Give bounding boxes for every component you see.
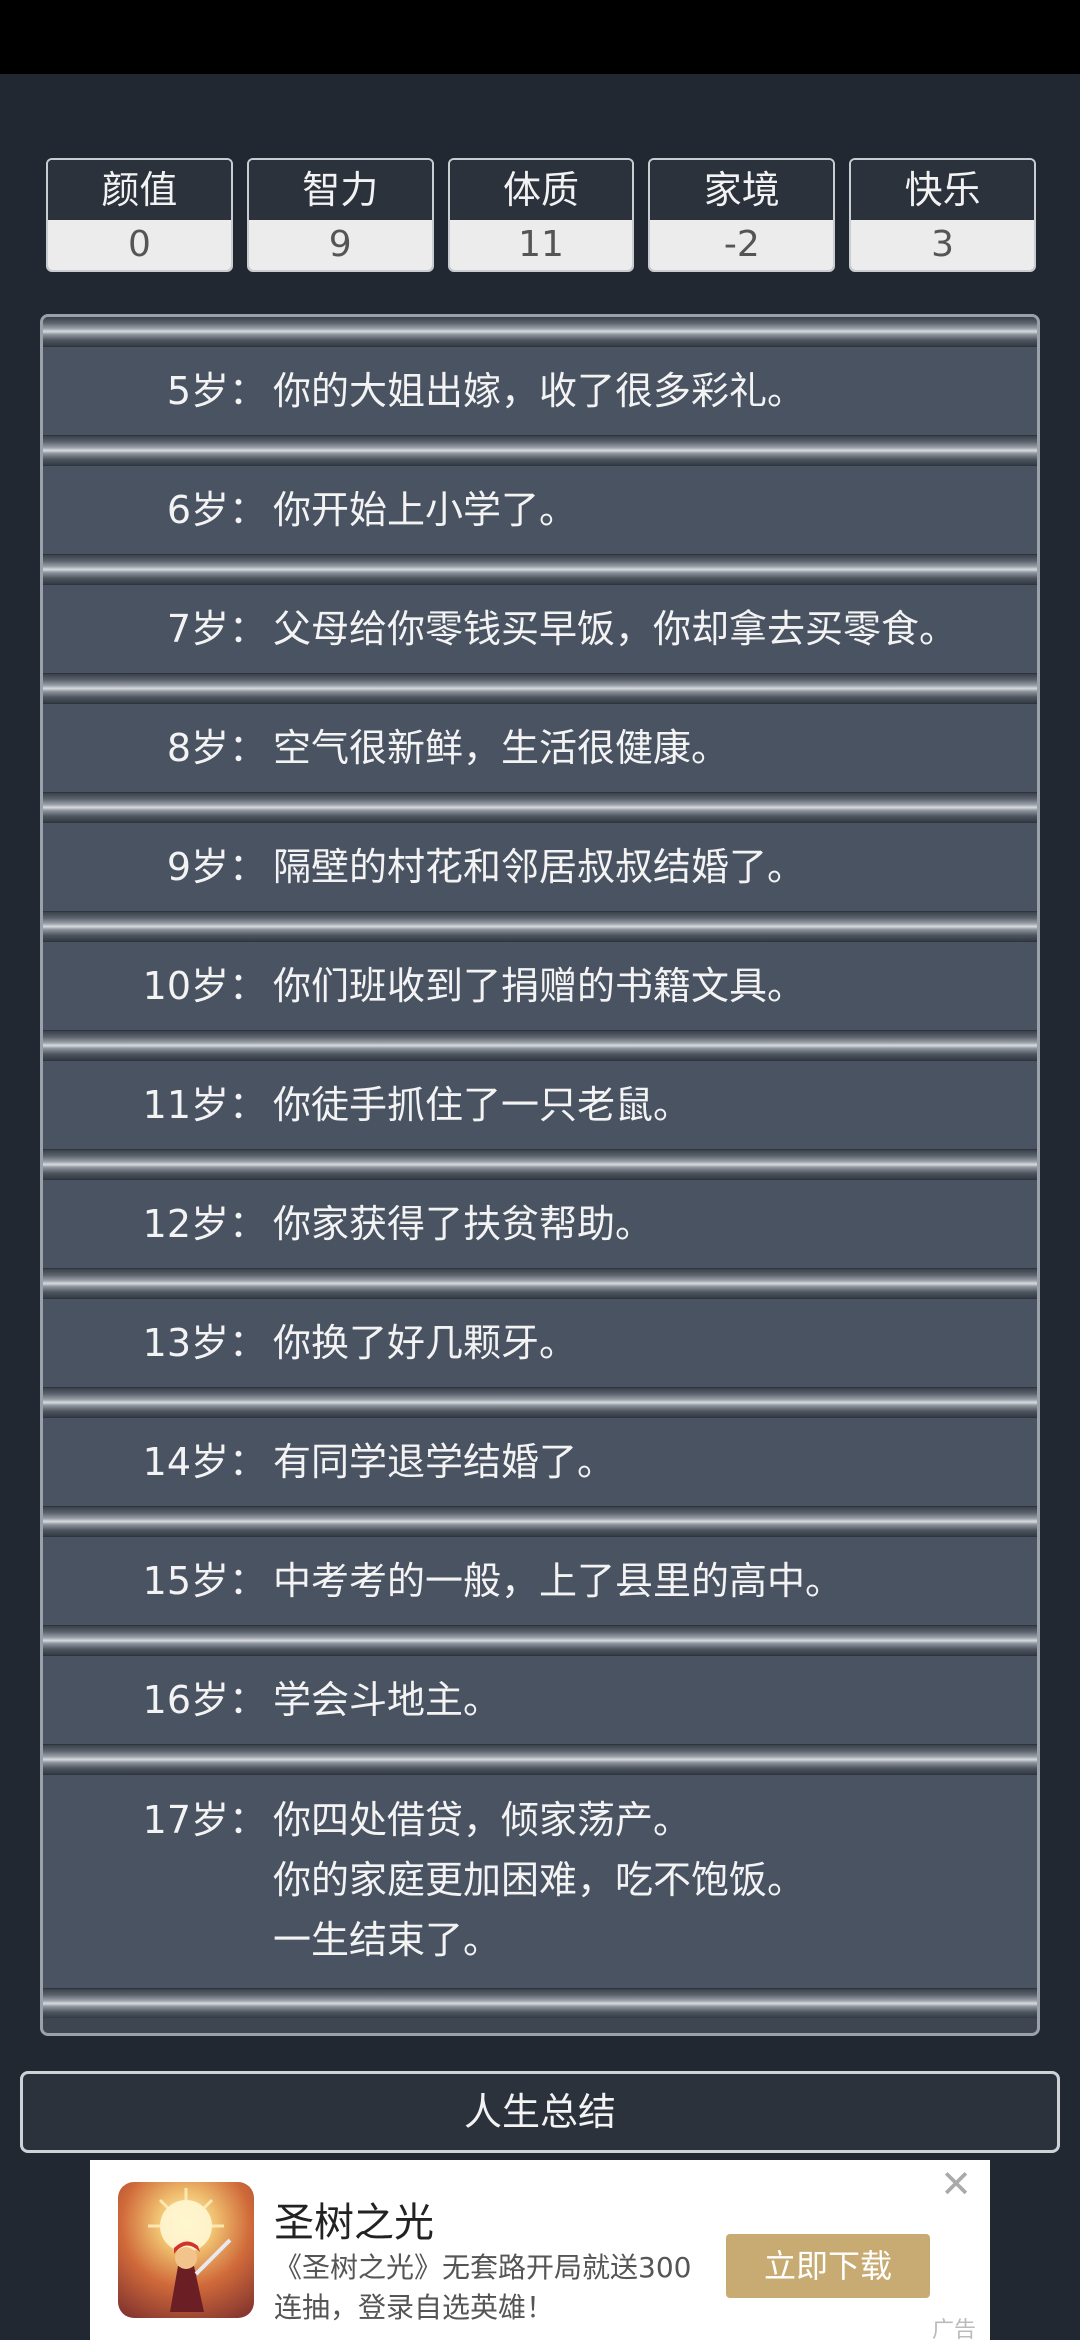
stat-value: -2 [650, 220, 834, 270]
entry-age: 6岁： [166, 488, 267, 532]
log-separator [43, 1989, 1037, 2018]
status-bar [0, 0, 1080, 74]
log-separator [43, 1745, 1037, 1774]
entry-text: 你开始上小学了。 [273, 480, 1017, 540]
log-entry: 5岁： 你的大姐出嫁，收了很多彩礼。 [43, 346, 1037, 436]
life-summary-button[interactable]: 人生总结 [20, 2071, 1060, 2153]
entry-text: 你徒手抓住了一只老鼠。 [273, 1075, 1017, 1135]
close-icon[interactable]: ✕ [936, 2164, 976, 2204]
log-separator [43, 555, 1037, 584]
entry-text: 隔壁的村花和邻居叔叔结婚了。 [273, 837, 1017, 897]
stat-label: 快乐 [851, 160, 1034, 220]
stat-constitution: 体质 11 [447, 158, 635, 272]
log-separator [43, 674, 1037, 703]
entry-age: 5岁： [166, 369, 267, 413]
entry-line: 空气很新鲜，生活很健康。 [273, 726, 730, 770]
stat-happiness: 快乐 3 [849, 158, 1036, 272]
entry-line: 你家获得了扶贫帮助。 [273, 1202, 654, 1246]
log-separator [43, 1388, 1037, 1417]
entry-line: 中考考的一般，上了县里的高中。 [273, 1559, 844, 1603]
stat-value: 0 [48, 220, 231, 270]
log-entry: 14岁： 有同学退学结婚了。 [43, 1417, 1037, 1507]
entry-age: 8岁： [166, 726, 267, 770]
entry-text: 空气很新鲜，生活很健康。 [273, 718, 1017, 778]
stat-intelligence: 智力 9 [246, 158, 434, 272]
log-entry: 8岁： 空气很新鲜，生活很健康。 [43, 703, 1037, 793]
entry-age: 15岁： [142, 1559, 267, 1603]
entry-age: 11岁： [142, 1083, 267, 1127]
entry-line: 父母给你零钱买早饭，你却拿去买零食。 [273, 607, 958, 651]
log-separator [43, 1150, 1037, 1179]
entry-line: 一生结束了。 [273, 1918, 502, 1962]
download-button[interactable]: 立即下载 [726, 2234, 930, 2298]
stat-value: 9 [248, 220, 432, 270]
log-separator [43, 1031, 1037, 1060]
entry-line: 你换了好几颗牙。 [273, 1321, 578, 1365]
log-entry: 13岁： 你换了好几颗牙。 [43, 1298, 1037, 1388]
log-separator [43, 317, 1037, 346]
entry-line: 你的大姐出嫁，收了很多彩礼。 [273, 369, 806, 413]
entry-age: 13岁： [142, 1321, 267, 1365]
stat-appearance: 颜值 0 [46, 158, 233, 272]
entry-line: 你们班收到了捐赠的书籍文具。 [273, 964, 806, 1008]
log-entry: 6岁： 你开始上小学了。 [43, 465, 1037, 555]
entry-line: 你开始上小学了。 [273, 488, 578, 532]
entry-text: 你四处借贷，倾家荡产。你的家庭更加困难，吃不饱饭。 一生结束了。 [273, 1790, 1017, 1970]
stat-label: 智力 [248, 160, 432, 220]
entry-text: 中考考的一般，上了县里的高中。 [273, 1551, 1017, 1611]
log-entry: 11岁： 你徒手抓住了一只老鼠。 [43, 1060, 1037, 1150]
entry-line: 有同学退学结婚了。 [273, 1440, 616, 1484]
log-separator [43, 1626, 1037, 1655]
entry-text: 你换了好几颗牙。 [273, 1313, 1017, 1373]
log-separator [43, 793, 1037, 822]
stat-family: 家境 -2 [648, 158, 836, 272]
log-entry: 16岁： 学会斗地主。 [43, 1655, 1037, 1745]
entry-age: 10岁： [142, 964, 267, 1008]
log-separator [43, 912, 1037, 941]
stat-label: 体质 [449, 160, 633, 220]
entry-line: 你四处借贷，倾家荡产。 [273, 1798, 692, 1842]
entry-age: 12岁： [142, 1202, 267, 1246]
entry-text: 你的大姐出嫁，收了很多彩礼。 [273, 361, 1017, 421]
ad-game-icon[interactable] [118, 2182, 254, 2318]
stat-label: 颜值 [48, 160, 231, 220]
entry-text: 父母给你零钱买早饭，你却拿去买零食。 [273, 599, 1017, 659]
entry-line: 你的家庭更加困难，吃不饱饭。 [273, 1858, 806, 1902]
log-entry: 15岁： 中考考的一般，上了县里的高中。 [43, 1536, 1037, 1626]
entry-text: 你们班收到了捐赠的书籍文具。 [273, 956, 1017, 1016]
log-entry: 7岁： 父母给你零钱买早饭，你却拿去买零食。 [43, 584, 1037, 674]
log-separator [43, 436, 1037, 465]
entry-age: 9岁： [166, 845, 267, 889]
stat-value: 11 [449, 220, 633, 270]
stat-value: 3 [851, 220, 1034, 270]
ad-banner[interactable]: 圣树之光 《圣树之光》无套路开局就送300连抽，登录自选英雄！ 立即下载 ✕ 广… [90, 2160, 990, 2340]
attribute-panel: 颜值 0 智力 9 体质 11 家境 -2 快乐 3 [46, 158, 1036, 272]
log-entry: 9岁： 隔壁的村花和邻居叔叔结婚了。 [43, 822, 1037, 912]
entry-line: 隔壁的村花和邻居叔叔结婚了。 [273, 845, 806, 889]
entry-age: 7岁： [166, 607, 267, 651]
log-entry: 17岁： 你四处借贷，倾家荡产。你的家庭更加困难，吃不饱饭。 一生结束了。 [43, 1774, 1037, 1989]
entry-age: 14岁： [142, 1440, 267, 1484]
entry-text: 学会斗地主。 [273, 1670, 1017, 1730]
ad-badge: 广告 [931, 2318, 976, 2340]
ad-description[interactable]: 《圣树之光》无套路开局就送300连抽，登录自选英雄！ [274, 2248, 694, 2328]
entry-line: 你徒手抓住了一只老鼠。 [273, 1083, 692, 1127]
stat-label: 家境 [650, 160, 834, 220]
entry-age: 16岁： [142, 1678, 267, 1722]
log-entry: 10岁： 你们班收到了捐赠的书籍文具。 [43, 941, 1037, 1031]
entry-line: 学会斗地主。 [273, 1678, 502, 1722]
log-entry: 12岁： 你家获得了扶贫帮助。 [43, 1179, 1037, 1269]
ad-title[interactable]: 圣树之光 [274, 2190, 434, 2248]
log-separator [43, 1507, 1037, 1536]
entry-age: 17岁： [142, 1798, 267, 1842]
log-separator [43, 1269, 1037, 1298]
entry-text: 你家获得了扶贫帮助。 [273, 1194, 1017, 1254]
entry-text: 有同学退学结婚了。 [273, 1432, 1017, 1492]
event-log[interactable]: 5岁： 你的大姐出嫁，收了很多彩礼。 6岁： 你开始上小学了。 7岁： 父母给你零钱买早饭… [40, 314, 1040, 2036]
